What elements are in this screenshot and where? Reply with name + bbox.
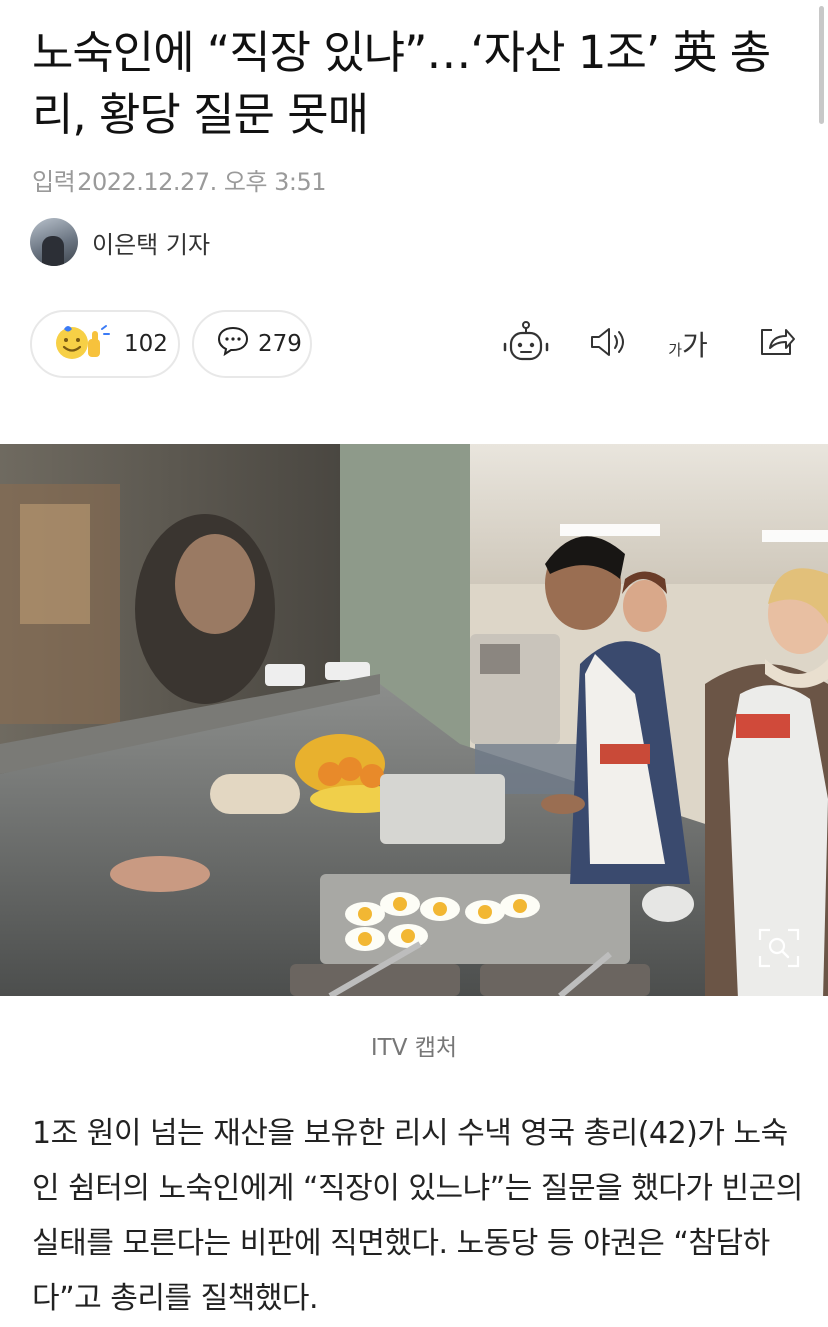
- author-byline[interactable]: 이은택 기자: [30, 218, 210, 266]
- publish-label: 입력: [32, 168, 76, 196]
- font-size-icon: 가가: [668, 329, 708, 362]
- reaction-emoji-icon: [52, 321, 116, 367]
- article-paragraph: 1조 원이 넘는 재산을 보유한 리시 수낵 영국 총리(42)가 노숙인 쉼터…: [32, 1116, 803, 1316]
- font-size-button[interactable]: 가가: [664, 320, 712, 368]
- comment-count: 279: [258, 331, 302, 357]
- zoom-button[interactable]: [758, 928, 800, 968]
- publish-info: 입력2022.12.27. 오후 3:51: [32, 162, 327, 197]
- article-photo[interactable]: [0, 444, 828, 996]
- comment-button[interactable]: 279: [192, 310, 312, 378]
- zoom-icon: [758, 928, 800, 972]
- speaker-icon: [588, 324, 628, 364]
- avatar: [30, 218, 78, 266]
- robot-summary-button[interactable]: [502, 320, 550, 368]
- listen-button[interactable]: [584, 320, 632, 368]
- scrollbar[interactable]: [819, 6, 824, 124]
- comment-icon: [216, 325, 250, 363]
- article-title: 노숙인에 “직장 있냐”…‘자산 1조’ 英 총리, 황당 질문 못매: [32, 26, 771, 141]
- share-button[interactable]: [752, 320, 800, 368]
- photo-caption: ITV 캡처: [370, 1035, 458, 1061]
- publish-date: 2022.12.27. 오후 3:51: [77, 168, 327, 196]
- share-icon: [756, 324, 796, 364]
- reaction-count: 102: [124, 331, 168, 357]
- author-name: 이은택 기자: [92, 230, 211, 259]
- robot-summary-icon: [503, 320, 549, 368]
- reaction-button[interactable]: 102: [30, 310, 180, 378]
